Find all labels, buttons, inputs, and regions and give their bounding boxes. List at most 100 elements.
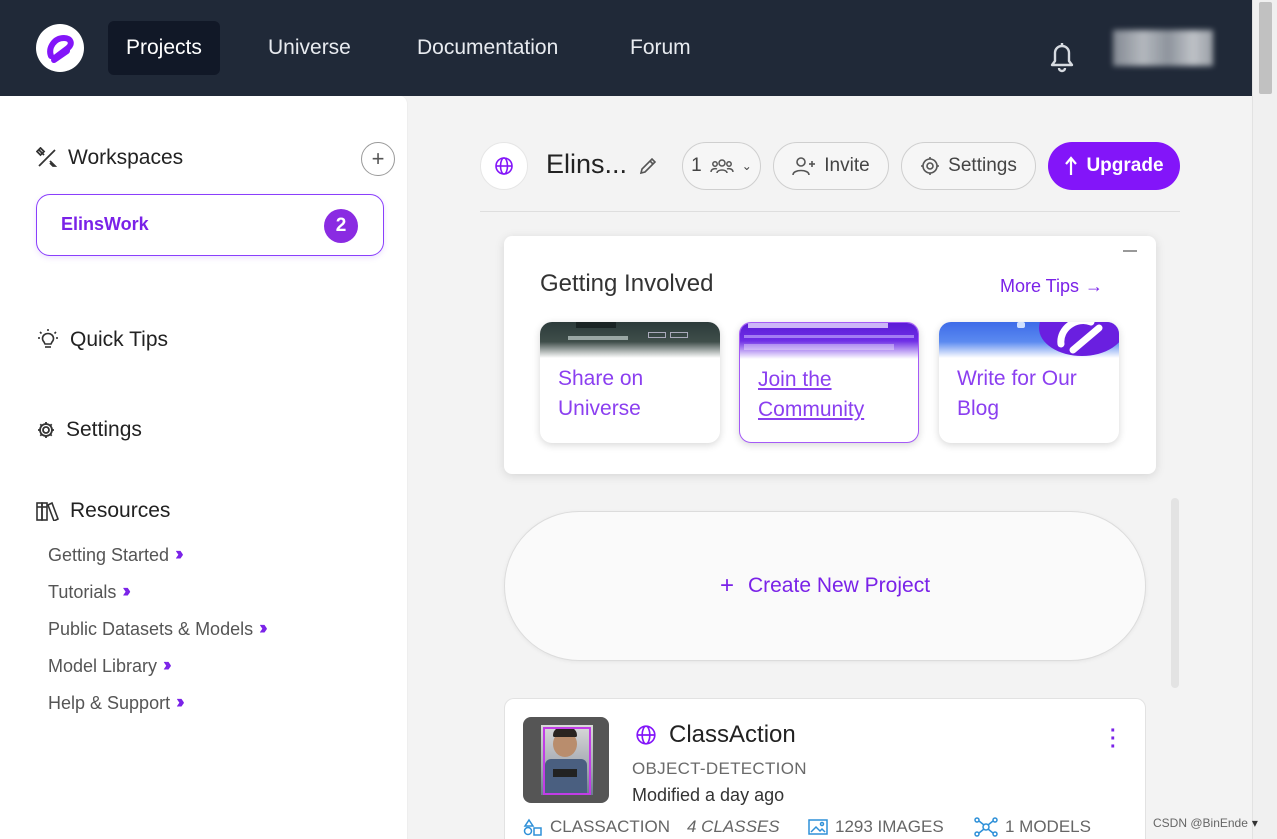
double-chevron-right-icon: ›› — [122, 581, 130, 602]
double-chevron-right-icon: ›› — [176, 692, 184, 713]
tip-label: Join the Community — [758, 368, 865, 421]
more-options-icon[interactable]: · · · — [1110, 721, 1117, 757]
shapes-icon — [523, 818, 542, 836]
double-chevron-right-icon: ›› — [175, 544, 183, 565]
add-workspace-button[interactable]: + — [361, 142, 395, 176]
tip-card-write-blog[interactable]: Write for Our Blog — [939, 322, 1119, 443]
tip-card-join-community[interactable]: Join the Community — [739, 322, 919, 443]
plus-icon: + — [371, 146, 385, 171]
invite-button[interactable]: Invite — [773, 142, 889, 190]
project-class-count: 4 CLASSES — [686, 817, 780, 836]
page-scrollbar-thumb[interactable] — [1259, 2, 1272, 94]
content-scrollbar[interactable] — [1171, 498, 1179, 688]
project-type: OBJECT-DETECTION — [632, 759, 807, 778]
globe-icon — [495, 157, 513, 175]
quick-tips-label: Quick Tips — [70, 328, 169, 351]
add-user-icon — [792, 157, 816, 176]
globe-icon — [636, 725, 656, 745]
settings-label: Settings — [948, 155, 1017, 176]
resource-link-model-library[interactable]: Model Library ›› — [48, 655, 171, 677]
tip-label: Share on Universe — [558, 367, 644, 420]
resource-label: Help & Support — [48, 692, 171, 713]
arrow-right-icon: → — [1085, 276, 1104, 296]
create-project-label: Create New Project — [747, 574, 931, 597]
resource-link-public-datasets[interactable]: Public Datasets & Models ›› — [48, 618, 267, 640]
project-classes-meta: CLASSACTION 4 CLASSES — [523, 817, 780, 837]
project-card[interactable]: ClassAction OBJECT-DETECTION Modified a … — [504, 698, 1146, 839]
workspace-count-badge: 2 — [324, 209, 358, 243]
settings-label: Settings — [66, 418, 142, 441]
resource-link-tutorials[interactable]: Tutorials ›› — [48, 581, 131, 603]
user-menu-avatar[interactable] — [1113, 30, 1213, 66]
resource-label: Public Datasets & Models — [48, 618, 254, 639]
workspace-title: Elins... — [546, 149, 628, 179]
plus-icon: + — [719, 572, 734, 599]
nav-universe[interactable]: Universe — [250, 21, 369, 75]
nav-documentation[interactable]: Documentation — [399, 21, 576, 75]
project-images-meta: 1293 IMAGES — [808, 817, 944, 837]
project-models-meta: 1 MODELS — [974, 817, 1091, 837]
top-navbar: Projects Universe Documentation Forum — [0, 0, 1252, 96]
create-new-project-button[interactable]: + Create New Project — [504, 511, 1146, 661]
resource-label: Model Library — [48, 655, 158, 676]
workspaces-label: Workspaces — [68, 146, 184, 169]
settings-link[interactable]: Settings — [36, 418, 142, 442]
quick-tips-link[interactable]: Quick Tips — [36, 328, 168, 352]
double-chevron-right-icon: ›› — [259, 618, 267, 639]
minimize-icon[interactable] — [1123, 250, 1137, 252]
image-icon — [808, 819, 828, 835]
upgrade-button[interactable]: Upgrade — [1048, 142, 1180, 190]
gear-icon — [38, 422, 54, 438]
more-tips-link[interactable]: More Tips → — [1000, 276, 1103, 297]
gear-icon — [921, 157, 940, 175]
resource-label: Tutorials — [48, 581, 117, 602]
workspace-item[interactable]: ElinsWork 2 — [36, 194, 384, 256]
nav-projects[interactable]: Projects — [108, 21, 220, 75]
universe-preview-image — [540, 322, 720, 358]
members-button[interactable]: 1 ⌄ — [682, 142, 761, 190]
resource-link-help-support[interactable]: Help & Support ›› — [48, 692, 184, 714]
forum-preview-image — [740, 323, 918, 359]
getting-involved-panel: Getting Involved More Tips → Share on Un… — [504, 236, 1156, 474]
lightbulb-icon — [38, 329, 58, 348]
getting-involved-title: Getting Involved — [540, 270, 714, 297]
model-graph-icon — [974, 817, 998, 837]
sidebar: Workspaces + ElinsWork 2 Quick Tips Sett… — [0, 96, 408, 839]
resource-link-getting-started[interactable]: Getting Started ›› — [48, 544, 183, 566]
double-chevron-right-icon: ›› — [163, 655, 171, 676]
upgrade-label: Upgrade — [1086, 155, 1164, 176]
resources-heading: Resources — [36, 499, 170, 523]
nav-forum[interactable]: Forum — [612, 21, 709, 75]
project-model-count: 1 MODELS — [1005, 817, 1091, 836]
project-thumbnail — [523, 717, 609, 803]
notification-bell-icon[interactable] — [1046, 40, 1078, 79]
more-tips-label: More Tips — [1000, 276, 1080, 296]
workspace-visibility-button[interactable] — [480, 142, 528, 190]
project-class-name: CLASSACTION — [550, 817, 670, 836]
project-title-row: ClassAction — [635, 721, 796, 749]
caret-down-icon: ▾ — [1251, 816, 1258, 830]
project-modified: Modified a day ago — [632, 785, 785, 805]
members-count: 1 — [691, 155, 702, 176]
project-name[interactable]: ClassAction — [669, 721, 796, 749]
workspaces-heading: Workspaces — [36, 146, 183, 170]
page-scrollbar[interactable] — [1252, 0, 1277, 839]
users-icon — [710, 159, 734, 174]
tools-icon — [36, 147, 58, 167]
upgrade-arrow-icon — [1065, 156, 1078, 175]
workspace-name: ElinsWork — [61, 214, 149, 234]
roboflow-logo[interactable] — [36, 24, 84, 72]
tip-label: Write for Our Blog — [957, 367, 1077, 420]
header-divider — [480, 211, 1180, 212]
workspace-settings-button[interactable]: Settings — [901, 142, 1036, 190]
pencil-icon[interactable] — [638, 156, 658, 181]
resources-label: Resources — [70, 499, 171, 522]
books-icon — [36, 501, 60, 521]
blog-preview-image — [939, 322, 1119, 358]
csdn-watermark: CSDN @BinEnde ▾ — [1153, 816, 1258, 830]
tip-card-share-universe[interactable]: Share on Universe — [540, 322, 720, 443]
invite-label: Invite — [824, 155, 870, 176]
chevron-down-icon: ⌄ — [741, 159, 752, 173]
resource-label: Getting Started — [48, 544, 170, 565]
project-image-count: 1293 IMAGES — [835, 817, 944, 836]
